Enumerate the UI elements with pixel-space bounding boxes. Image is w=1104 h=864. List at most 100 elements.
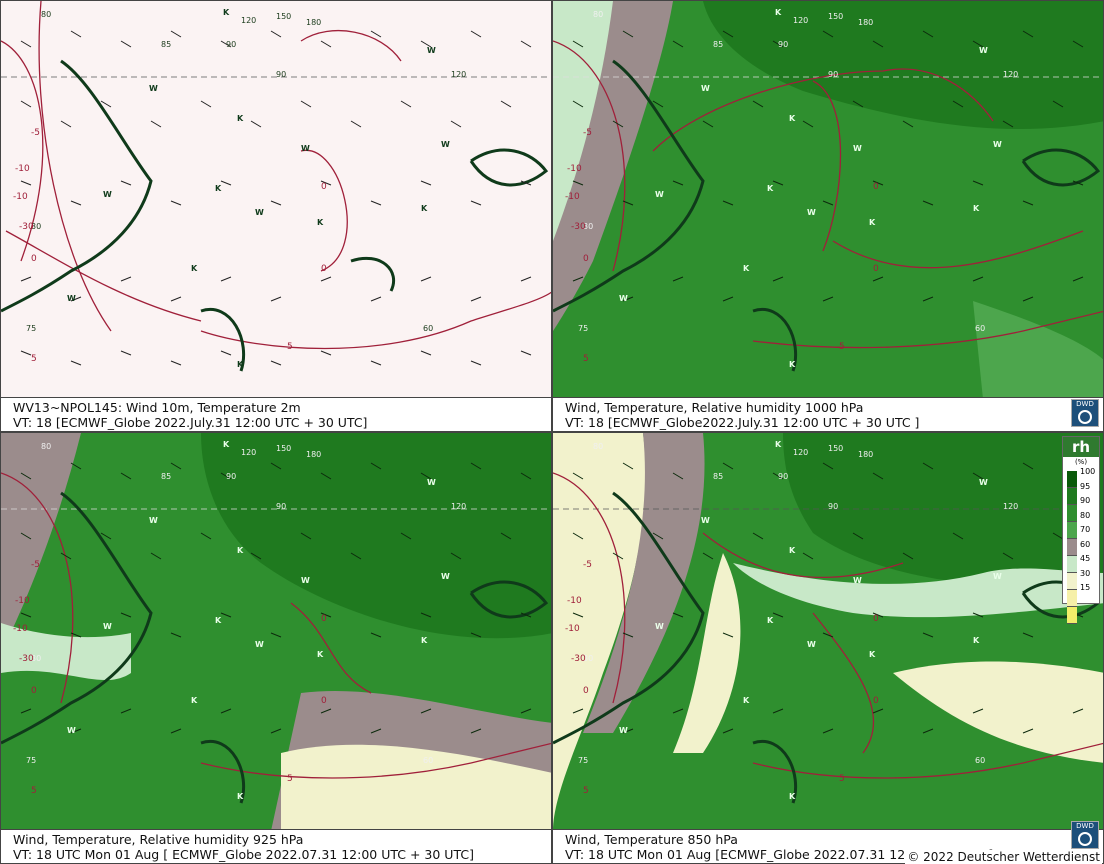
longitude-label: 120 <box>793 16 808 25</box>
pressure-marker: W <box>103 622 112 631</box>
pressure-marker: K <box>775 8 782 17</box>
pressure-marker: K <box>869 218 876 227</box>
legend-swatch <box>1067 539 1077 556</box>
isotherm-label: 5 <box>583 786 589 796</box>
pressure-marker: K <box>767 184 774 193</box>
isotherm-label: 0 <box>583 686 589 696</box>
isotherm-label: -5 <box>583 560 592 570</box>
longitude-label: 60 <box>975 324 985 333</box>
pressure-marker: K <box>215 184 222 193</box>
caption-title: Wind, Temperature 850 hPa <box>565 832 738 847</box>
caption-valid-time: VT: 18 [ECMWF_Globe 2022.July.31 12:00 U… <box>13 415 368 430</box>
longitude-label: 150 <box>276 444 291 453</box>
rh-legend: rh (%) 100 95 90 80 70 60 45 30 15 <box>1062 436 1100 624</box>
pressure-marker: W <box>993 140 1002 149</box>
pressure-marker: K <box>237 114 244 123</box>
legend-level-label: 15 <box>1080 583 1091 592</box>
pressure-marker: K <box>215 616 222 625</box>
dwd-logo-icon: DWD <box>1071 399 1099 427</box>
pressure-marker: K <box>237 792 244 801</box>
map-canvas-2: 8085 90120 15018090 120306075-5-10-10-30050… <box>553 1 1103 399</box>
caption-valid-time: VT: 18 [ECMWF_Globe2022.July.31 12:00 UT… <box>565 415 920 430</box>
isotherm-label: -5 <box>583 128 592 138</box>
longitude-label: 60 <box>423 324 433 333</box>
pressure-marker: W <box>619 726 628 735</box>
panel-wind-10m: 80 85 90 120 150 180 90 120 30 60 75 -5 -10 -10 -30 0 5 0… <box>0 0 552 432</box>
isotherm-label: 5 <box>839 774 845 784</box>
isotherm-label: -5 <box>31 128 40 138</box>
longitude-label: 75 <box>26 324 36 333</box>
map-925hpa: 80 85 90 120 150 180 90 120 30 60 75 -5 -10 -10 -30 0 5 0… <box>1 433 551 863</box>
isotherm-label: -30 <box>19 654 34 664</box>
longitude-label: 85 <box>161 472 171 481</box>
pressure-marker: K <box>775 440 782 449</box>
longitude-label: 85 <box>713 40 723 49</box>
pressure-marker: W <box>807 640 816 649</box>
longitude-label: 90 <box>226 40 236 49</box>
longitude-label: 150 <box>828 12 843 21</box>
legend-swatch <box>1067 573 1077 590</box>
pressure-marker: K <box>317 650 324 659</box>
longitude-label: 60 <box>423 756 433 765</box>
isotherm-label: 5 <box>583 354 589 364</box>
longitude-label: 180 <box>858 450 873 459</box>
isotherm-label: 0 <box>31 254 37 264</box>
legend-swatch <box>1067 556 1077 573</box>
longitude-label: 90 <box>778 472 788 481</box>
pressure-marker: W <box>807 208 816 217</box>
isotherm-label: -10 <box>13 192 28 202</box>
longitude-label: 90 <box>828 502 838 511</box>
pressure-marker: W <box>67 726 76 735</box>
legend-swatch <box>1067 471 1077 488</box>
map-canvas-1: 8085 90120 15018090 120306075-5-10-10-30050… <box>1 1 551 399</box>
longitude-label: 120 <box>1003 70 1018 79</box>
pressure-marker: W <box>441 140 450 149</box>
pressure-marker: K <box>973 636 980 645</box>
legend-level-label: 60 <box>1080 539 1091 549</box>
longitude-label: 150 <box>276 12 291 21</box>
pressure-marker: K <box>223 8 230 17</box>
longitude-label: 150 <box>828 444 843 453</box>
caption-title: Wind, Temperature, Relative humidity 925… <box>13 832 304 847</box>
panel-925hpa: 80 85 90 120 150 180 90 120 30 60 75 -5 -10 -10 -30 0 5 0… <box>0 432 552 864</box>
pressure-marker: K <box>973 204 980 213</box>
pressure-marker: K <box>421 636 428 645</box>
legend-level-label: 45 <box>1080 554 1091 563</box>
map-850hpa: 80 85 90 120 150 180 90 120 30 60 75 -5 -10 -10 -30 0 5 0… <box>553 433 1103 863</box>
longitude-label: 90 <box>226 472 236 481</box>
isotherm-label: -10 <box>567 596 582 606</box>
dwd-logo-icon: DWD <box>1071 821 1099 849</box>
longitude-label: 60 <box>975 756 985 765</box>
isotherm-label: 5 <box>287 774 293 784</box>
legend-level-label: 100 <box>1080 467 1096 476</box>
pressure-marker: K <box>191 264 198 273</box>
pressure-marker: W <box>441 572 450 581</box>
pressure-marker: K <box>743 696 750 705</box>
pressure-marker: W <box>67 294 76 303</box>
pressure-marker: K <box>789 546 796 555</box>
pressure-marker: W <box>301 576 310 585</box>
legend-level-label: 30 <box>1080 568 1091 578</box>
longitude-label: 180 <box>306 450 321 459</box>
legend-level-label: 70 <box>1080 525 1091 534</box>
pressure-marker: W <box>427 46 436 55</box>
pressure-marker: K <box>869 650 876 659</box>
longitude-label: 120 <box>1003 502 1018 511</box>
isotherm-label: 0 <box>873 614 879 624</box>
pressure-marker: K <box>789 360 796 369</box>
longitude-label: 85 <box>713 472 723 481</box>
map-canvas-4: 8085 90120 15018090 120306075-5-10-10-30050… <box>553 433 1103 831</box>
longitude-label: 120 <box>793 448 808 457</box>
panel-1000hpa: 80 85 90 120 150 180 90 120 30 60 75 -5 -10 -10 -30 0 5 0… <box>552 0 1104 432</box>
pressure-marker: K <box>743 264 750 273</box>
legend-swatches <box>1067 471 1077 624</box>
isotherm-label: 0 <box>873 182 879 192</box>
caption-title: Wind, Temperature, Relative humidity 100… <box>565 400 864 415</box>
map-canvas-3: 8085 90120 15018090 120306075-5-10-10-30050… <box>1 433 551 831</box>
panel-850hpa: 80 85 90 120 150 180 90 120 30 60 75 -5 -10 -10 -30 0 5 0… <box>552 432 1104 864</box>
longitude-label: 90 <box>276 70 286 79</box>
legend-title: rh <box>1063 437 1099 457</box>
isotherm-label: 0 <box>583 254 589 264</box>
pressure-marker: W <box>979 478 988 487</box>
caption-panel-3: Wind, Temperature, Relative humidity 925… <box>1 829 551 863</box>
